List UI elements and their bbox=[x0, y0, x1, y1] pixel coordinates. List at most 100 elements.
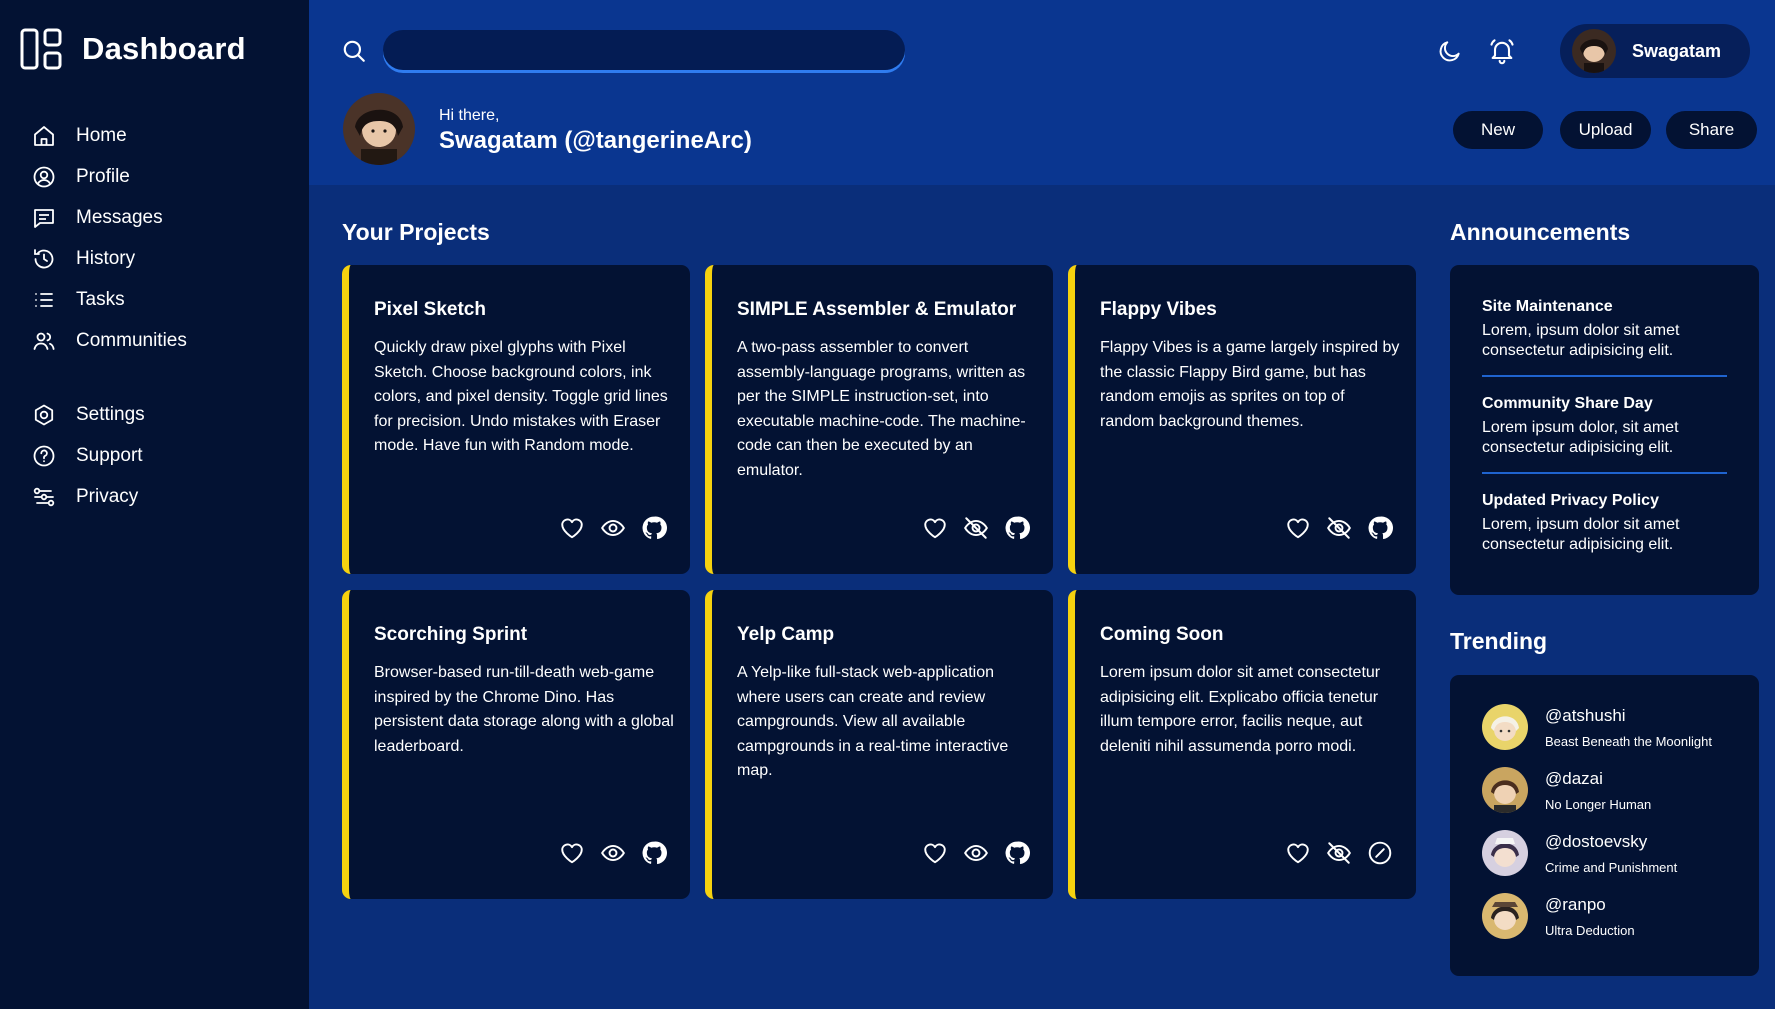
eye-icon[interactable] bbox=[600, 840, 626, 866]
trending-user[interactable]: @dostoevsky Crime and Punishment bbox=[1482, 830, 1759, 893]
sidebar-item-label: Messages bbox=[76, 206, 163, 228]
project-description: Lorem ipsum dolor sit amet consectetur a… bbox=[1100, 664, 1381, 755]
sidebar-nav: Home Profile Messages History Tasks Comm… bbox=[0, 115, 309, 517]
home-icon bbox=[34, 125, 54, 146]
search-icon[interactable] bbox=[341, 38, 367, 64]
search-input[interactable] bbox=[383, 30, 905, 70]
project-title: Yelp Camp bbox=[737, 624, 835, 645]
heart-icon[interactable] bbox=[559, 515, 585, 541]
github-icon[interactable] bbox=[641, 515, 667, 541]
sidebar-item-settings[interactable]: Settings bbox=[0, 394, 309, 435]
help-circle-icon bbox=[33, 445, 55, 466]
sidebar-item-label: Privacy bbox=[76, 485, 139, 507]
announcement-title: Updated Privacy Policy bbox=[1482, 492, 1659, 509]
announcement-item[interactable]: Updated Privacy Policy Lorem, ipsum dolo… bbox=[1482, 474, 1727, 569]
bell-icon[interactable] bbox=[1488, 37, 1516, 65]
avatar bbox=[1482, 767, 1528, 813]
trending-subtitle: Beast Beneath the Moonlight bbox=[1545, 734, 1712, 749]
avatar bbox=[1482, 830, 1528, 876]
trending-title: Trending bbox=[1450, 628, 1548, 654]
eye-icon[interactable] bbox=[963, 840, 989, 866]
announcement-body: Lorem, ipsum dolor sit amet consectetur … bbox=[1482, 322, 1680, 359]
greeting-label: Hi there, bbox=[439, 107, 500, 124]
trending-handle: @ranpo bbox=[1545, 895, 1606, 914]
sidebar-item-label: Home bbox=[76, 124, 127, 146]
sidebar-item-label: Settings bbox=[76, 403, 145, 425]
history-icon bbox=[34, 248, 54, 268]
trending-subtitle: Ultra Deduction bbox=[1545, 923, 1635, 938]
eye-icon[interactable] bbox=[600, 515, 626, 541]
heart-icon[interactable] bbox=[922, 515, 948, 541]
sidebar-item-label: History bbox=[76, 247, 136, 269]
moon-icon[interactable] bbox=[1437, 38, 1463, 64]
project-title: Pixel Sketch bbox=[374, 299, 486, 320]
upload-button[interactable]: Upload bbox=[1560, 111, 1651, 149]
sidebar-item-label: Tasks bbox=[76, 288, 125, 310]
list-icon bbox=[35, 292, 53, 307]
trending-handle: @dazai bbox=[1545, 769, 1603, 788]
eye-off-icon[interactable] bbox=[963, 515, 989, 541]
trending-user[interactable]: @atshushi Beast Beneath the Moonlight bbox=[1482, 704, 1759, 767]
no-entry-icon[interactable] bbox=[1367, 840, 1393, 866]
heart-icon[interactable] bbox=[559, 840, 585, 866]
project-card-coming-soon[interactable]: Coming Soon Lorem ipsum dolor sit amet c… bbox=[1068, 590, 1416, 899]
project-description: Quickly draw pixel glyphs with Pixel Ske… bbox=[374, 339, 668, 454]
avatar bbox=[1482, 893, 1528, 939]
heart-icon[interactable] bbox=[922, 840, 948, 866]
trending-subtitle: No Longer Human bbox=[1545, 797, 1652, 812]
share-button[interactable]: Share bbox=[1666, 111, 1757, 149]
sidebar-item-support[interactable]: Support bbox=[0, 435, 309, 476]
sidebar-item-label: Communities bbox=[76, 329, 187, 351]
eye-off-icon[interactable] bbox=[1326, 515, 1352, 541]
sidebar-item-messages[interactable]: Messages bbox=[0, 197, 309, 238]
project-actions bbox=[544, 840, 667, 866]
project-card-flappy-vibes[interactable]: Flappy Vibes Flappy Vibes is a game larg… bbox=[1068, 265, 1416, 574]
eye-off-icon[interactable] bbox=[1326, 840, 1352, 866]
trending-user[interactable]: @dazai No Longer Human bbox=[1482, 767, 1759, 830]
github-icon[interactable] bbox=[1367, 515, 1393, 541]
trending-handle: @atshushi bbox=[1545, 706, 1626, 725]
sidebar-item-label: Support bbox=[76, 444, 143, 466]
project-title: Coming Soon bbox=[1100, 624, 1224, 645]
project-card-scorching-sprint[interactable]: Scorching Sprint Browser-based run-till-… bbox=[342, 590, 690, 899]
github-icon[interactable] bbox=[641, 840, 667, 866]
project-card-simple-assembler[interactable]: SIMPLE Assembler & Emulator A two-pass a… bbox=[705, 265, 1053, 574]
header: Swagatam Hi there, Swagatam (@tangerineA… bbox=[309, 0, 1775, 185]
project-card-yelp-camp[interactable]: Yelp Camp A Yelp-like full-stack web-app… bbox=[705, 590, 1053, 899]
profile-avatar[interactable] bbox=[343, 93, 415, 165]
user-menu[interactable]: Swagatam bbox=[1560, 24, 1750, 78]
trending-handle: @dostoevsky bbox=[1545, 832, 1648, 851]
announcement-body: Lorem, ipsum dolor sit amet consectetur … bbox=[1482, 516, 1680, 553]
trending-user[interactable]: @ranpo Ultra Deduction bbox=[1482, 893, 1759, 956]
project-description: A Yelp-like full-stack web-application w… bbox=[737, 664, 1009, 779]
project-actions bbox=[1270, 840, 1393, 866]
user-name: Swagatam bbox=[1632, 40, 1722, 61]
announcement-title: Community Share Day bbox=[1482, 395, 1653, 412]
sidebar-item-communities[interactable]: Communities bbox=[0, 320, 309, 361]
sidebar-item-home[interactable]: Home bbox=[0, 115, 309, 156]
heart-icon[interactable] bbox=[1285, 515, 1311, 541]
trending-subtitle: Crime and Punishment bbox=[1545, 860, 1678, 875]
users-icon bbox=[33, 332, 55, 350]
heart-icon[interactable] bbox=[1285, 840, 1311, 866]
sidebar-item-history[interactable]: History bbox=[0, 238, 309, 279]
user-circle-icon bbox=[33, 166, 55, 187]
announcement-item[interactable]: Community Share Day Lorem ipsum dolor, s… bbox=[1482, 377, 1727, 474]
announcement-item[interactable]: Site Maintenance Lorem, ipsum dolor sit … bbox=[1482, 265, 1727, 377]
projects-title: Your Projects bbox=[342, 219, 490, 245]
brand[interactable]: Dashboard bbox=[20, 28, 246, 70]
project-title: Flappy Vibes bbox=[1100, 299, 1217, 320]
sidebar-item-label: Profile bbox=[76, 165, 130, 187]
avatar bbox=[1572, 29, 1616, 73]
new-button[interactable]: New bbox=[1453, 111, 1543, 149]
github-icon[interactable] bbox=[1004, 840, 1030, 866]
announcements-panel: Site Maintenance Lorem, ipsum dolor sit … bbox=[1450, 265, 1759, 595]
sidebar-item-privacy[interactable]: Privacy bbox=[0, 476, 309, 517]
project-actions bbox=[1270, 515, 1393, 541]
sidebar-item-profile[interactable]: Profile bbox=[0, 156, 309, 197]
github-icon[interactable] bbox=[1004, 515, 1030, 541]
gear-icon bbox=[34, 404, 54, 425]
sidebar-item-tasks[interactable]: Tasks bbox=[0, 279, 309, 320]
project-card-pixel-sketch[interactable]: Pixel Sketch Quickly draw pixel glyphs w… bbox=[342, 265, 690, 574]
